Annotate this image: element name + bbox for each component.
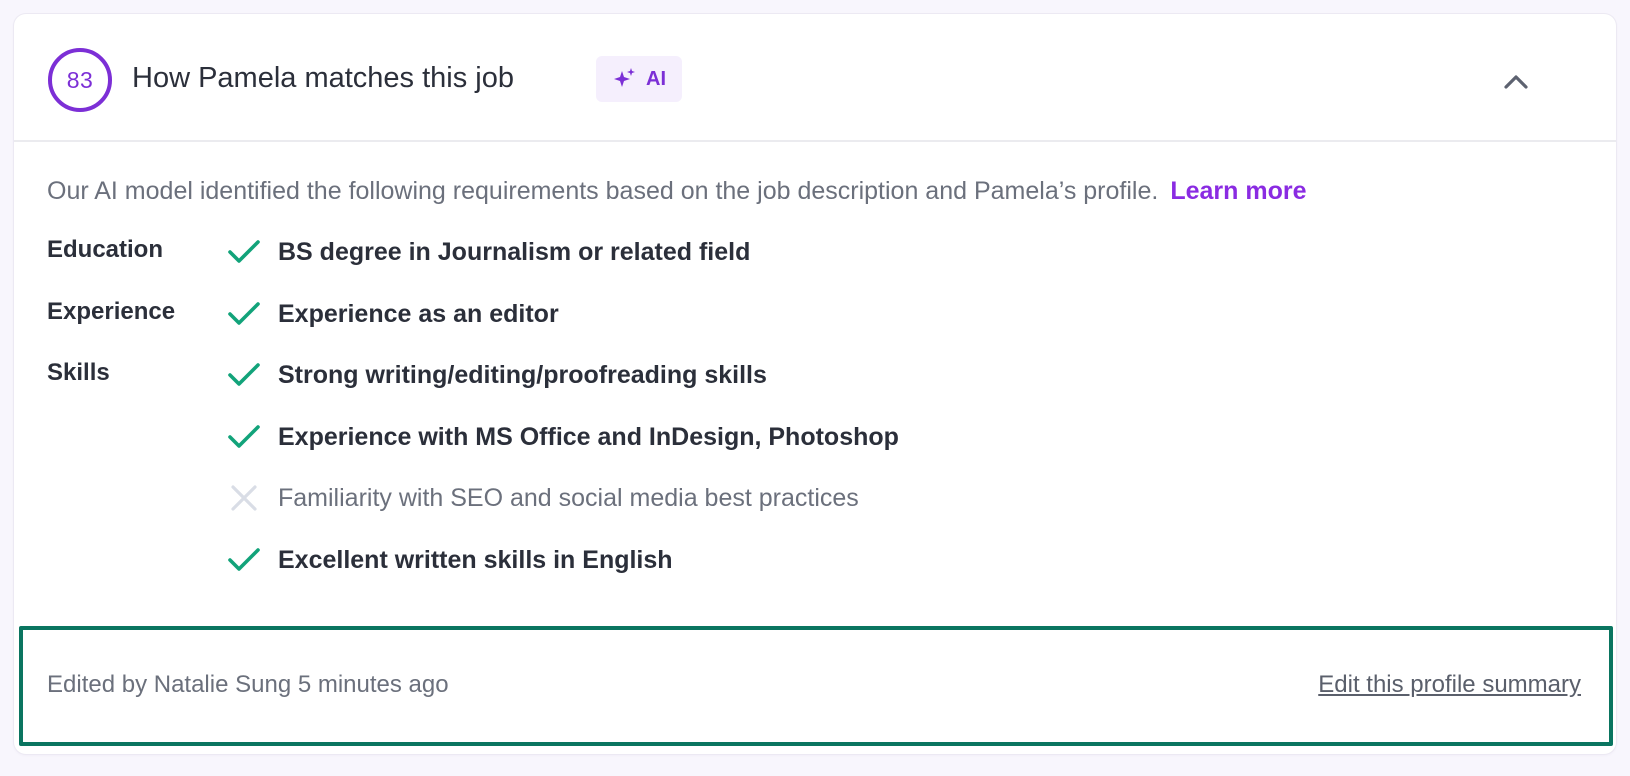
requirement-item: Experience as an editor xyxy=(226,296,559,332)
card-footer: Edited by Natalie Sung 5 minutes ago Edi… xyxy=(19,626,1613,746)
requirement-text: Excellent written skills in English xyxy=(278,545,673,574)
check-icon xyxy=(226,296,262,332)
requirement-item: Excellent written skills in English xyxy=(226,542,673,578)
check-icon xyxy=(226,542,262,578)
requirement-text: BS degree in Journalism or related field xyxy=(278,237,751,266)
check-icon xyxy=(226,419,262,455)
intro-text: Our AI model identified the following re… xyxy=(47,174,1306,208)
requirement-text: Strong writing/editing/proofreading skil… xyxy=(278,360,767,389)
card-header: 83 How Pamela matches this job AI xyxy=(14,14,1616,142)
requirement-text: Familiarity with SEO and social media be… xyxy=(278,483,859,512)
requirement-item: Familiarity with SEO and social media be… xyxy=(226,480,859,516)
intro-description: Our AI model identified the following re… xyxy=(47,177,1159,205)
requirement-item: Experience with MS Office and InDesign, … xyxy=(226,419,899,455)
match-card: 83 How Pamela matches this job AI Our AI… xyxy=(14,14,1616,754)
requirement-text: Experience as an editor xyxy=(278,299,559,328)
sparkles-icon xyxy=(612,66,638,92)
requirement-item: Strong writing/editing/proofreading skil… xyxy=(226,357,767,393)
edit-profile-summary-link[interactable]: Edit this profile summary xyxy=(1318,668,1581,702)
ai-badge-label: AI xyxy=(646,67,666,90)
requirement-item: BS degree in Journalism or related field xyxy=(226,234,750,270)
edited-by-text: Edited by Natalie Sung 5 minutes ago xyxy=(47,671,449,698)
category-experience: Experience xyxy=(47,298,176,325)
check-icon xyxy=(226,234,262,270)
ai-badge: AI xyxy=(596,56,682,102)
requirement-text: Experience with MS Office and InDesign, … xyxy=(278,422,899,451)
category-education: Education xyxy=(47,236,164,263)
match-score-badge: 83 xyxy=(48,48,112,112)
learn-more-link[interactable]: Learn more xyxy=(1170,177,1306,205)
collapse-button[interactable] xyxy=(1496,68,1536,98)
cross-icon xyxy=(226,480,262,516)
check-icon xyxy=(226,357,262,393)
category-skills: Skills xyxy=(47,359,110,386)
card-title: How Pamela matches this job xyxy=(132,62,514,94)
chevron-up-icon xyxy=(1503,72,1529,95)
